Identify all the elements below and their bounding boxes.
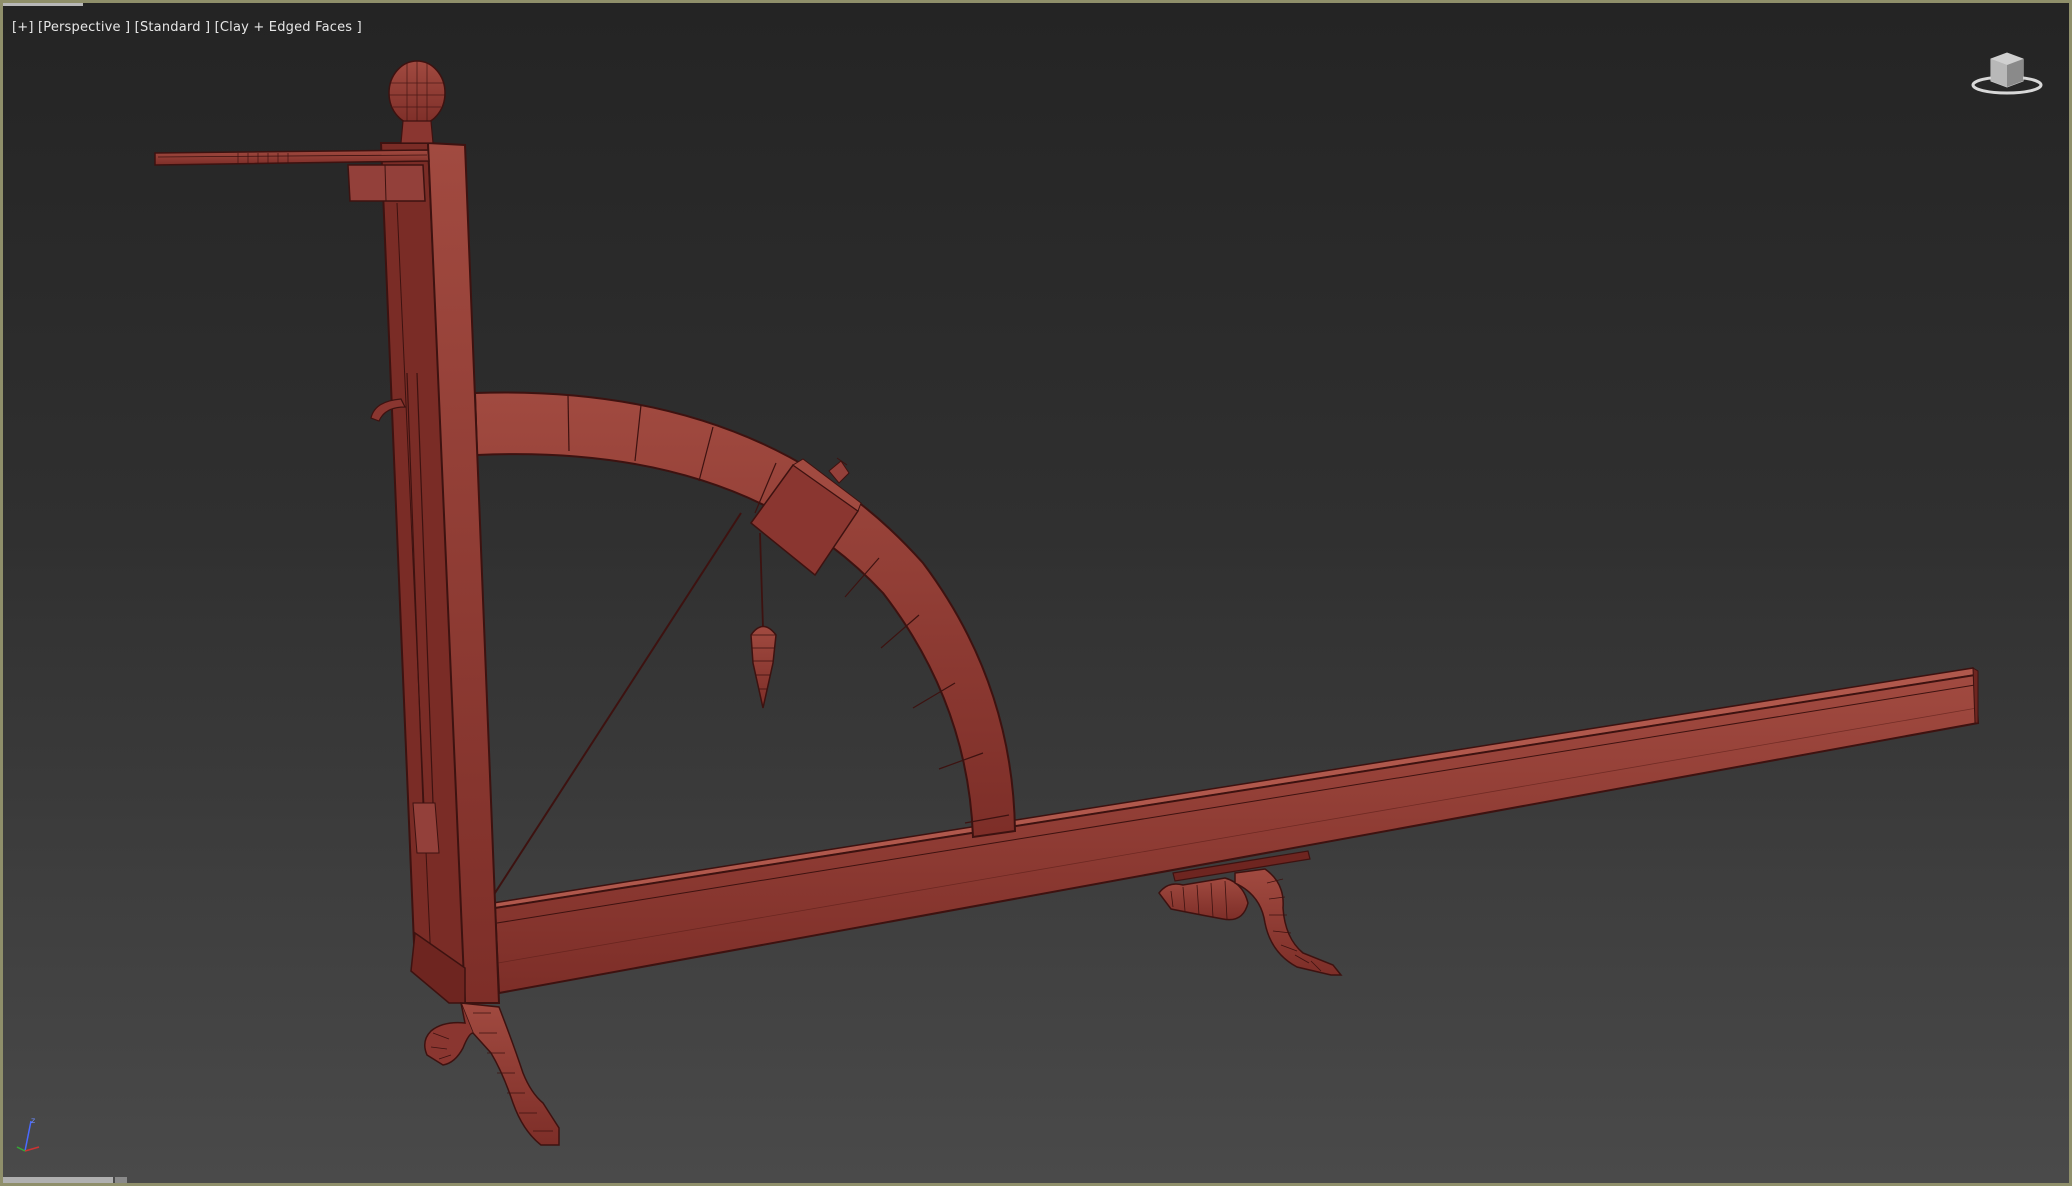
viewport-label[interactable]: [+] [Perspective ] [Standard ] [Clay + E… xyxy=(12,20,362,35)
quadrant-level-model[interactable] xyxy=(3,3,2072,1186)
diagonal-string xyxy=(492,512,742,897)
svg-text:z: z xyxy=(31,1116,35,1125)
viewcube-icon[interactable] xyxy=(1969,47,2045,103)
front-leg xyxy=(424,1002,560,1146)
quadrant-arc xyxy=(473,391,1017,839)
plumb-bob xyxy=(750,532,777,709)
bottom-scroll-tab[interactable] xyxy=(3,1177,113,1183)
finial-knob xyxy=(388,60,446,144)
perspective-viewport[interactable]: [+] [Perspective ] [Standard ] [Clay + E… xyxy=(0,0,2072,1186)
bottom-scroll-tab-secondary[interactable] xyxy=(115,1177,127,1183)
axis-tripod-icon: z xyxy=(13,1115,43,1163)
horizontal-beam xyxy=(488,667,1980,1003)
top-arm xyxy=(154,149,430,202)
vertical-post xyxy=(379,141,501,1004)
rear-leg xyxy=(1158,850,1343,976)
